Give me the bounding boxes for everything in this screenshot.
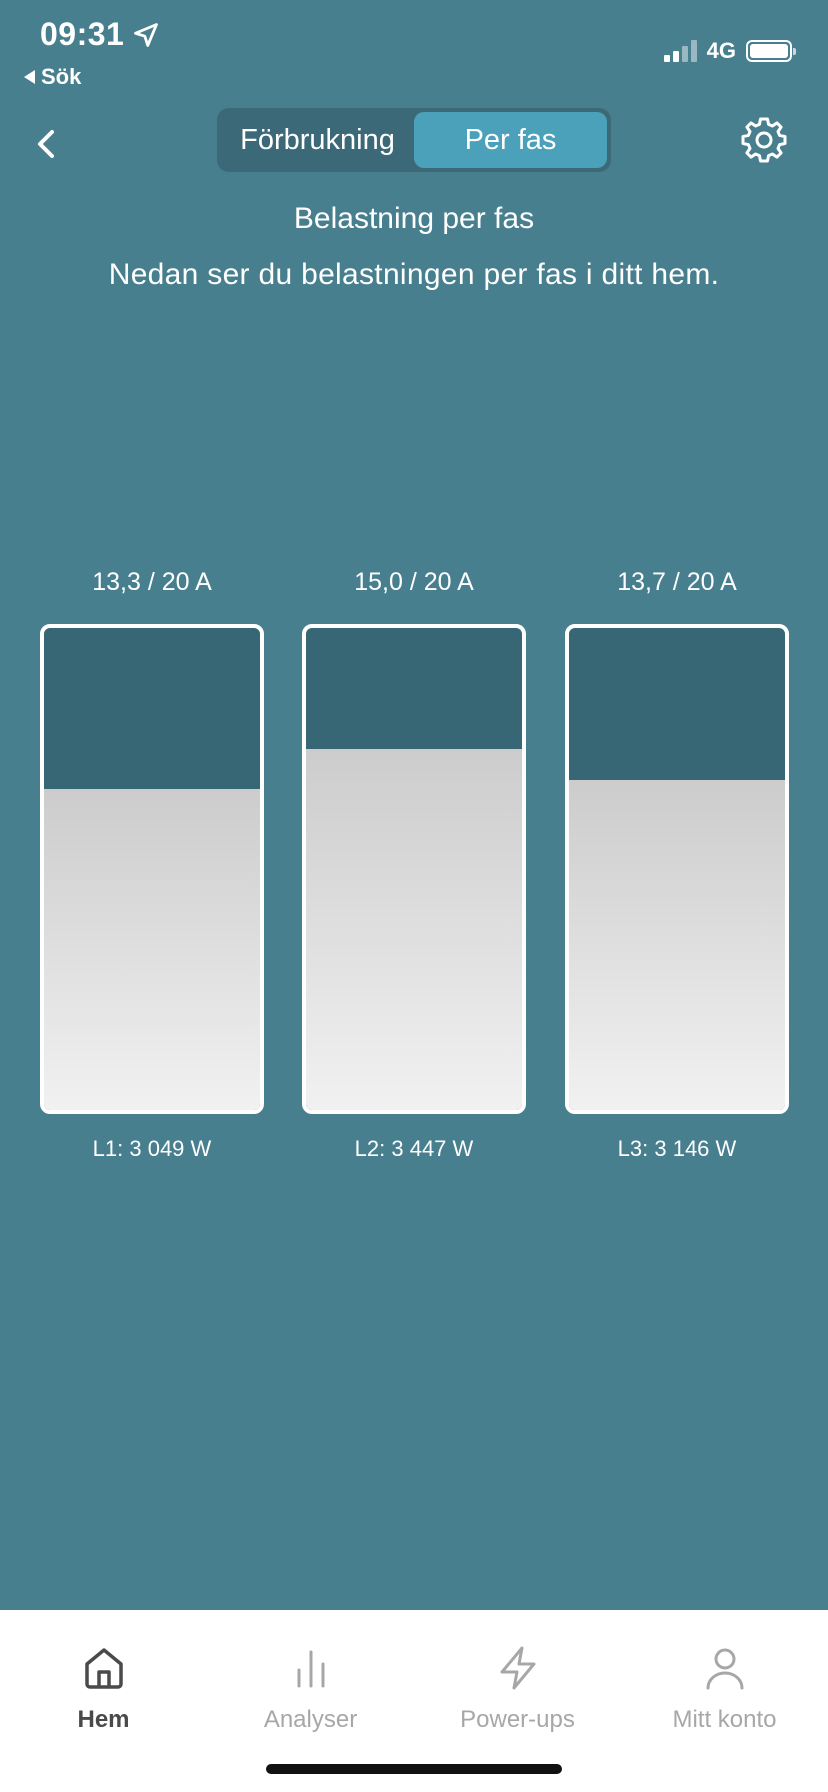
battery-icon (746, 40, 796, 62)
status-back-label: Sök (41, 64, 82, 89)
tab-label: Mitt konto (672, 1706, 777, 1733)
location-arrow-icon (134, 22, 159, 47)
settings-button[interactable] (736, 112, 792, 168)
gear-icon (741, 117, 787, 163)
phase-load-fill (44, 789, 260, 1110)
cellular-signal-icon (663, 40, 697, 62)
phase-power-label: L2: 3 447 W (354, 1136, 474, 1161)
tab-hem[interactable]: Hem (4, 1644, 204, 1734)
chevron-left-icon (38, 130, 54, 158)
tab-mitt-konto[interactable]: Mitt konto (625, 1644, 825, 1734)
phase-card-l3: 13,7 / 20 A L3: 3 146 W (565, 564, 789, 1162)
user-icon (706, 1648, 743, 1690)
phase-load-fill (306, 748, 522, 1110)
page-subtitle: Nedan ser du belastningen per fas i ditt… (108, 258, 720, 291)
segment-per-fas[interactable]: Per fas (414, 112, 607, 168)
tab-label: Power-ups (460, 1706, 575, 1733)
tab-label: Analyser (263, 1706, 358, 1733)
phase-power-label: L3: 3 146 W (617, 1136, 737, 1161)
lightning-icon (500, 1646, 535, 1690)
view-segmented-control: Förbrukning Per fas (217, 108, 611, 172)
phase-load-bar (565, 624, 789, 1114)
segment-forbrukning[interactable]: Förbrukning (221, 112, 414, 168)
tab-label: Hem (77, 1706, 130, 1733)
phase-load-bar (40, 624, 264, 1114)
status-time: 09:31 (40, 16, 160, 53)
phase-power-label: L1: 3 049 W (92, 1136, 212, 1161)
page-title: Belastning per fas (293, 202, 535, 235)
tab-bar: Hem Analyser Power-ups Mitt konto (0, 1610, 828, 1792)
back-triangle-icon (24, 70, 35, 84)
status-back-link[interactable]: Sök (24, 64, 81, 90)
phase-amp-label: 13,7 / 20 A (617, 568, 737, 596)
status-indicators: 4G (663, 38, 796, 64)
home-indicator (266, 1764, 562, 1774)
tab-analyser[interactable]: Analyser (211, 1644, 411, 1734)
bar-chart-icon (297, 1650, 324, 1688)
tab-power-ups[interactable]: Power-ups (418, 1644, 618, 1734)
network-type: 4G (706, 38, 736, 63)
back-button[interactable] (24, 122, 68, 166)
status-time-text: 09:31 (40, 16, 125, 52)
phase-amp-label: 15,0 / 20 A (354, 568, 474, 596)
phase-load-fill (569, 779, 785, 1110)
home-icon (84, 1648, 123, 1689)
phase-load-bar (302, 624, 526, 1114)
phase-card-l1: 13,3 / 20 A L1: 3 049 W (40, 564, 264, 1162)
phase-amp-label: 13,3 / 20 A (92, 568, 212, 596)
phase-card-l2: 15,0 / 20 A L2: 3 447 W (302, 564, 526, 1162)
